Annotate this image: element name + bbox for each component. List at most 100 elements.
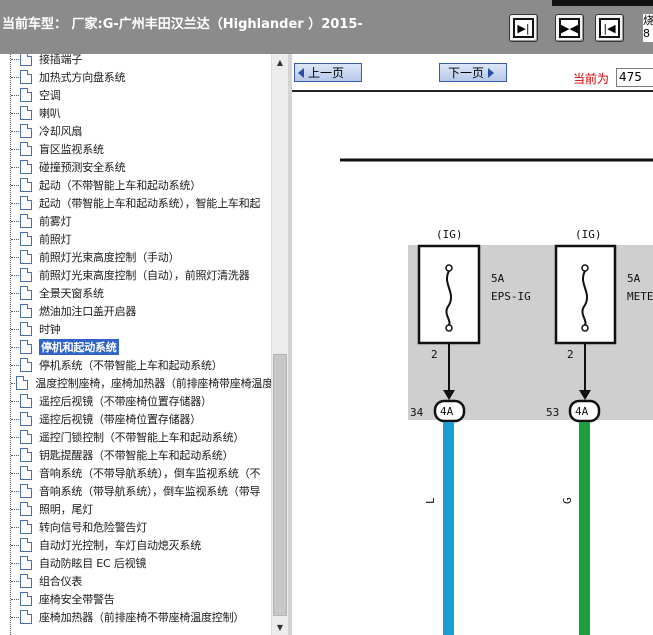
- document-icon: [20, 502, 32, 516]
- document-icon: [20, 538, 32, 552]
- sidebar-item[interactable]: 前雾灯: [8, 212, 273, 230]
- tree-connector: [11, 148, 19, 150]
- next-page-label: 下一页: [448, 66, 485, 80]
- fuse-meter[interactable]: (IG) 5A METE 2 4A 53 G: [546, 228, 653, 635]
- document-icon: [20, 250, 32, 264]
- sidebar-item-label: 前照灯光束高度控制（自动），前照灯清洗器: [39, 269, 250, 282]
- circuit-tree-panel: 接插端子加热式方向盘系统 空调喇叭冷却风扇 盲区监视系统 碰撞预测安全系统起动（不带智…: [0, 54, 288, 635]
- tree-connector: [11, 166, 19, 168]
- tree-connector: [11, 508, 19, 510]
- header-right-fragment: 烧 8: [643, 14, 653, 42]
- wiring-diagram-svg: (IG) 5A EPS-IG 2 4A 34 L (IG) 5A METE 2: [340, 158, 653, 635]
- tree-connector: [11, 418, 19, 420]
- nav-split-button[interactable]: ▶◀: [555, 14, 584, 42]
- sidebar-item[interactable]: 前照灯: [8, 230, 273, 248]
- tree-connector: [11, 580, 19, 582]
- sidebar-item[interactable]: 接插端子: [8, 54, 273, 68]
- document-icon: [20, 142, 32, 156]
- sidebar-scrollbar[interactable]: ▲ ▼: [271, 54, 288, 635]
- sidebar-item[interactable]: 遥控后视镜（不带座椅位置存储器）: [8, 392, 273, 410]
- sidebar-item-label: 起动（不带智能上车和起动系统）: [39, 179, 201, 192]
- next-page-button[interactable]: 下一页: [439, 63, 507, 82]
- sidebar-item[interactable]: 碰撞预测安全系统: [8, 158, 273, 176]
- current-page-label: 当前为: [573, 72, 610, 86]
- tree-connector: [11, 346, 19, 348]
- sidebar-item[interactable]: 遥控后视镜（带座椅位置存储器）: [8, 410, 273, 428]
- wire-color-code: L: [424, 497, 437, 504]
- nav-first-button[interactable]: ▶|: [509, 14, 538, 42]
- sidebar-item[interactable]: 燃油加注口盖开启器: [8, 302, 273, 320]
- document-icon: [20, 394, 32, 408]
- sidebar-item[interactable]: 前照灯光束高度控制（手动）: [8, 248, 273, 266]
- sidebar-item[interactable]: 组合仪表: [8, 572, 273, 590]
- sidebar-item-label: 起动（带智能上车和起动系统），智能上车和起: [39, 197, 261, 210]
- fuse-pin: 2: [567, 348, 574, 361]
- sidebar-item[interactable]: 时钟: [8, 320, 273, 338]
- sidebar-item[interactable]: 温度控制座椅，座椅加热器（前排座椅带座椅温度: [8, 374, 273, 392]
- tree-connector: [11, 76, 19, 78]
- sidebar-item[interactable]: 加热式方向盘系统: [8, 68, 273, 86]
- document-icon: [20, 160, 32, 174]
- fuse-supply-label: (IG): [436, 228, 463, 241]
- sidebar-item[interactable]: 座椅安全带警告: [8, 590, 273, 608]
- sidebar-item[interactable]: 前照灯光束高度控制（自动），前照灯清洗器: [8, 266, 273, 284]
- sidebar-item-label: 喇叭: [39, 107, 61, 120]
- sidebar-item[interactable]: 停机系统（不带智能上车和起动系统）: [8, 356, 273, 374]
- sidebar-item[interactable]: 盲区监视系统: [8, 140, 273, 158]
- sidebar-item[interactable]: 照明，尾灯: [8, 500, 273, 518]
- sidebar-item[interactable]: 自动防眩目 EC 后视镜: [8, 554, 273, 572]
- sidebar-item-label: 转向信号和危险警告灯: [39, 521, 147, 534]
- wire-color-code: G: [561, 497, 574, 504]
- sidebar-item[interactable]: 起动（带智能上车和起动系统），智能上车和起: [8, 194, 273, 212]
- sidebar-item[interactable]: 遥控门锁控制（不带智能上车和起动系统）: [8, 428, 273, 446]
- document-icon: [20, 520, 32, 534]
- sidebar-item-label: 座椅加热器（前排座椅不带座椅温度控制）: [39, 611, 245, 624]
- sidebar-item[interactable]: 空调: [8, 86, 273, 104]
- sidebar-item[interactable]: 停机和起动系统: [8, 338, 273, 356]
- scroll-down-icon[interactable]: ▼: [272, 619, 288, 635]
- sidebar-item-label: 组合仪表: [39, 575, 83, 588]
- document-icon: [20, 322, 32, 336]
- sidebar-item[interactable]: 起动（不带智能上车和起动系统）: [8, 176, 273, 194]
- sidebar-item[interactable]: 音响系统（不带导航系统），倒车监视系统（不: [8, 464, 273, 482]
- sidebar-item[interactable]: 喇叭: [8, 104, 273, 122]
- sidebar-item-label: 前照灯光束高度控制（手动）: [39, 251, 180, 264]
- right-arrow-icon: [488, 67, 495, 78]
- tree-connector: [11, 364, 19, 366]
- prev-page-button[interactable]: 上一页: [294, 63, 362, 82]
- sidebar-item-label: 温度控制座椅，座椅加热器（前排座椅带座椅温度: [35, 377, 273, 390]
- wire-blue: [443, 422, 454, 635]
- tree-connector: [11, 472, 19, 474]
- page-number-input[interactable]: 475: [616, 68, 653, 87]
- sidebar-item-label: 空调: [39, 89, 61, 102]
- sidebar-item-label: 遥控后视镜（带座椅位置存储器）: [39, 413, 201, 426]
- document-icon: [16, 376, 29, 390]
- sidebar-item-label: 加热式方向盘系统: [39, 71, 126, 84]
- sidebar-item[interactable]: 钥匙提醒器（不带智能上车和起动系统）: [8, 446, 273, 464]
- scroll-thumb[interactable]: [273, 354, 287, 616]
- nav-last-button[interactable]: |◀: [595, 14, 624, 42]
- sidebar-item[interactable]: 转向信号和危险警告灯: [8, 518, 273, 536]
- tree-connector: [11, 202, 19, 204]
- scroll-up-icon[interactable]: ▲: [272, 54, 288, 70]
- sidebar-item[interactable]: 全景天窗系统: [8, 284, 273, 302]
- play-right-icon: ▶|: [513, 18, 534, 38]
- tree-connector: [11, 58, 19, 60]
- sidebar-item-label: 遥控后视镜（不带座椅位置存储器）: [39, 395, 212, 408]
- fuse-name: METE: [627, 290, 653, 303]
- tree-connector: [11, 562, 19, 564]
- fuse-eps-ig[interactable]: (IG) 5A EPS-IG 2 4A 34 L: [410, 228, 531, 635]
- terminal-number: 34: [410, 406, 424, 419]
- sidebar-item[interactable]: 座椅加热器（前排座椅不带座椅温度控制）: [8, 608, 273, 626]
- document-icon: [20, 124, 32, 138]
- sidebar-item[interactable]: 冷却风扇: [8, 122, 273, 140]
- wiring-diagram: (IG) 5A EPS-IG 2 4A 34 L (IG) 5A METE 2: [292, 92, 653, 635]
- sidebar-item[interactable]: 音响系统（带导航系统），倒车监视系统（带导: [8, 482, 273, 500]
- page-nav-bar: 上一页 下一页 当前为 475: [292, 54, 653, 92]
- document-icon: [20, 88, 32, 102]
- sidebar-item[interactable]: 自动灯光控制，车灯自动熄灭系统: [8, 536, 273, 554]
- fuse-box: [554, 244, 617, 345]
- document-icon: [20, 466, 32, 480]
- left-arrow-icon: [298, 67, 304, 78]
- prev-page-label: 上一页: [308, 66, 345, 80]
